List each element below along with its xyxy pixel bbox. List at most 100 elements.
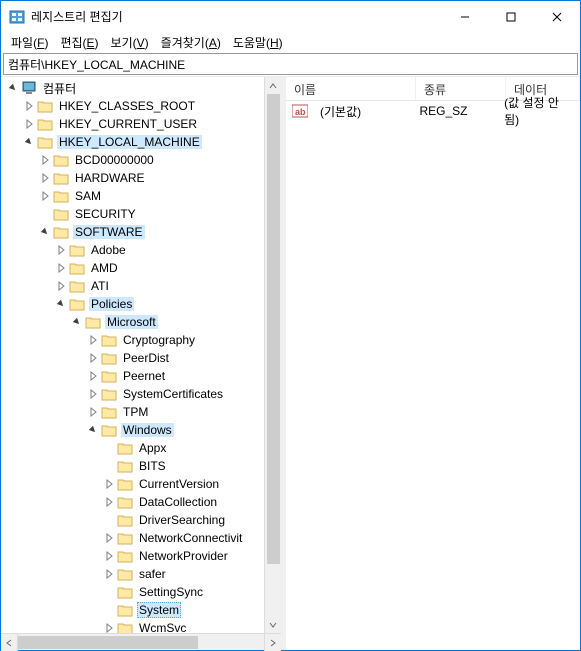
tree-node-peerdist[interactable]: PeerDist bbox=[1, 349, 264, 367]
twisty-closed-icon[interactable] bbox=[53, 263, 69, 273]
twisty-closed-icon[interactable] bbox=[37, 173, 53, 183]
twisty-closed-icon[interactable] bbox=[85, 353, 101, 363]
twisty-closed-icon[interactable] bbox=[53, 245, 69, 255]
tree-node-currentversion[interactable]: CurrentVersion bbox=[1, 475, 264, 493]
folder-icon bbox=[117, 441, 133, 455]
tree-node-peernet[interactable]: Peernet bbox=[1, 367, 264, 385]
twisty-open-icon[interactable] bbox=[85, 425, 101, 435]
tree-node-datacollection[interactable]: DataCollection bbox=[1, 493, 264, 511]
tree-node-driversearching[interactable]: DriverSearching bbox=[1, 511, 264, 529]
twisty-closed-icon[interactable] bbox=[101, 623, 117, 633]
tree-node-sam[interactable]: SAM bbox=[1, 187, 264, 205]
twisty-closed-icon[interactable] bbox=[101, 533, 117, 543]
twisty-closed-icon[interactable] bbox=[85, 389, 101, 399]
folder-icon bbox=[117, 513, 133, 527]
value-row[interactable]: ab (기본값) REG_SZ (값 설정 안 됨) bbox=[286, 101, 580, 121]
tree-node-windows[interactable]: Windows bbox=[1, 421, 264, 439]
tree-node-ati[interactable]: ATI bbox=[1, 277, 264, 295]
folder-icon bbox=[69, 297, 85, 311]
menu-edit[interactable]: 편집(E) bbox=[54, 34, 104, 51]
folder-icon bbox=[53, 171, 69, 185]
close-button[interactable] bbox=[534, 1, 580, 32]
twisty-closed-icon[interactable] bbox=[101, 569, 117, 579]
tree-node-networkprovider[interactable]: NetworkProvider bbox=[1, 547, 264, 565]
menu-view[interactable]: 보기(V) bbox=[105, 34, 155, 51]
tree-node-hkcr[interactable]: HKEY_CLASSES_ROOT bbox=[1, 97, 264, 115]
maximize-button[interactable] bbox=[488, 1, 534, 32]
folder-icon bbox=[69, 261, 85, 275]
twisty-closed-icon[interactable] bbox=[21, 101, 37, 111]
twisty-closed-icon[interactable] bbox=[37, 155, 53, 165]
tree-label: Adobe bbox=[89, 243, 128, 257]
scroll-left-icon[interactable] bbox=[1, 634, 18, 651]
menu-favorites[interactable]: 즐겨찾기(A) bbox=[155, 34, 227, 51]
tree-node-adobe[interactable]: Adobe bbox=[1, 241, 264, 259]
twisty-open-icon[interactable] bbox=[5, 83, 21, 93]
folder-icon bbox=[117, 531, 133, 545]
tree-label: HKEY_CLASSES_ROOT bbox=[57, 99, 197, 113]
twisty-closed-icon[interactable] bbox=[85, 407, 101, 417]
tree-node-policies[interactable]: Policies bbox=[1, 295, 264, 313]
twisty-open-icon[interactable] bbox=[37, 227, 53, 237]
minimize-button[interactable] bbox=[442, 1, 488, 32]
folder-icon bbox=[101, 333, 117, 347]
twisty-closed-icon[interactable] bbox=[21, 119, 37, 129]
tree-node-cryptography[interactable]: Cryptography bbox=[1, 331, 264, 349]
twisty-open-icon[interactable] bbox=[53, 299, 69, 309]
menubar: 파일(F) 편집(E) 보기(V) 즐겨찾기(A) 도움말(H) bbox=[1, 32, 580, 52]
col-header-type[interactable]: 종류 bbox=[416, 77, 506, 100]
tree-node-hardware[interactable]: HARDWARE bbox=[1, 169, 264, 187]
folder-icon bbox=[53, 207, 69, 221]
tree-node-networkconnectivit[interactable]: NetworkConnectivit bbox=[1, 529, 264, 547]
address-bar[interactable]: 컴퓨터\HKEY_LOCAL_MACHINE bbox=[3, 53, 578, 75]
twisty-closed-icon[interactable] bbox=[85, 371, 101, 381]
tree-node-settingsync[interactable]: SettingSync bbox=[1, 583, 264, 601]
twisty-open-icon[interactable] bbox=[21, 137, 37, 147]
tree-node-software[interactable]: SOFTWARE bbox=[1, 223, 264, 241]
tree-label: WcmSvc bbox=[137, 621, 188, 633]
scroll-up-icon[interactable] bbox=[265, 77, 281, 94]
folder-icon bbox=[117, 567, 133, 581]
tree-node-systemcertificates[interactable]: SystemCertificates bbox=[1, 385, 264, 403]
tree-label: Policies bbox=[89, 297, 134, 311]
tree-label: DriverSearching bbox=[137, 513, 227, 527]
tree-node-system[interactable]: System bbox=[1, 601, 264, 619]
tree-label: SAM bbox=[73, 189, 103, 203]
tree-label: Cryptography bbox=[121, 333, 197, 347]
tree-node-appx[interactable]: Appx bbox=[1, 439, 264, 457]
tree-label: 컴퓨터 bbox=[41, 80, 78, 97]
tree-node-amd[interactable]: AMD bbox=[1, 259, 264, 277]
menu-help[interactable]: 도움말(H) bbox=[227, 34, 289, 51]
tree-node-microsoft[interactable]: Microsoft bbox=[1, 313, 264, 331]
scroll-down-icon[interactable] bbox=[265, 616, 281, 633]
twisty-open-icon[interactable] bbox=[69, 317, 85, 327]
twisty-closed-icon[interactable] bbox=[101, 479, 117, 489]
tree-label: TPM bbox=[121, 405, 150, 419]
tree-node-safer[interactable]: safer bbox=[1, 565, 264, 583]
folder-icon bbox=[117, 459, 133, 473]
scroll-right-icon[interactable] bbox=[264, 634, 281, 651]
tree-node-bits[interactable]: BITS bbox=[1, 457, 264, 475]
col-header-name[interactable]: 이름 bbox=[286, 77, 416, 100]
twisty-closed-icon[interactable] bbox=[53, 281, 69, 291]
twisty-closed-icon[interactable] bbox=[85, 335, 101, 345]
folder-icon bbox=[117, 603, 133, 617]
twisty-closed-icon[interactable] bbox=[101, 551, 117, 561]
menu-file[interactable]: 파일(F) bbox=[5, 34, 54, 51]
tree-node-root[interactable]: 컴퓨터 bbox=[1, 79, 264, 97]
tree-hscroll[interactable] bbox=[1, 633, 281, 650]
twisty-closed-icon[interactable] bbox=[37, 191, 53, 201]
folder-icon bbox=[37, 117, 53, 131]
tree-vscroll[interactable] bbox=[264, 77, 281, 633]
value-name: (기본값) bbox=[312, 103, 411, 120]
tree-node-bcd[interactable]: BCD00000000 bbox=[1, 151, 264, 169]
folder-icon bbox=[117, 621, 133, 633]
tree-label: DataCollection bbox=[137, 495, 219, 509]
tree-node-security[interactable]: SECURITY bbox=[1, 205, 264, 223]
twisty-closed-icon[interactable] bbox=[101, 497, 117, 507]
tree-label: BITS bbox=[137, 459, 168, 473]
tree-node-hklm[interactable]: HKEY_LOCAL_MACHINE bbox=[1, 133, 264, 151]
tree-node-tpm[interactable]: TPM bbox=[1, 403, 264, 421]
tree-node-hkcu[interactable]: HKEY_CURRENT_USER bbox=[1, 115, 264, 133]
tree-node-wcmsvc[interactable]: WcmSvc bbox=[1, 619, 264, 633]
